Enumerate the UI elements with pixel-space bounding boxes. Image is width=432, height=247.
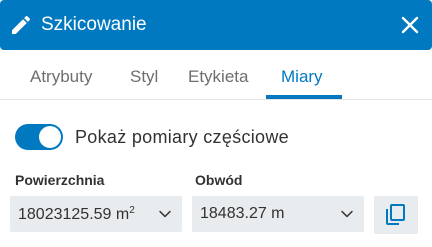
pencil-icon [9,13,33,37]
tab-label[interactable]: Etykieta [188,67,248,87]
perimeter-value: 18483.27 m [200,205,285,222]
tab-style[interactable]: Styl [130,67,158,87]
panel-header: Szkicowanie [0,0,432,50]
tab-measurements[interactable]: Miary [281,67,323,87]
close-icon[interactable] [400,15,420,35]
sketch-panel: Szkicowanie Atrybuty Styl Etykieta Miary… [0,0,432,247]
tab-attributes[interactable]: Atrybuty [30,67,92,87]
partial-measurements-label: Pokaż pomiary częściowe [75,126,289,147]
panel-title: Szkicowanie [41,14,147,35]
active-tab-indicator [266,95,342,99]
chevron-down-icon [340,207,354,221]
copy-button[interactable] [374,196,418,234]
area-value: 18023125.59 m2 [18,205,135,223]
area-unit-exponent: 2 [129,205,135,216]
perimeter-label: Obwód [195,172,243,188]
toggle-knob [39,126,61,148]
partial-measurements-toggle[interactable] [15,124,63,150]
area-label: Powierzchnia [15,172,105,188]
tab-bar: Atrybuty Styl Etykieta Miary [0,50,432,100]
chevron-down-icon [158,207,172,221]
area-unit-select[interactable]: 18023125.59 m2 [10,196,182,232]
copy-icon [386,204,405,225]
partial-measurements-row: Pokaż pomiary częściowe [15,123,289,151]
perimeter-unit-select[interactable]: 18483.27 m [192,196,364,232]
